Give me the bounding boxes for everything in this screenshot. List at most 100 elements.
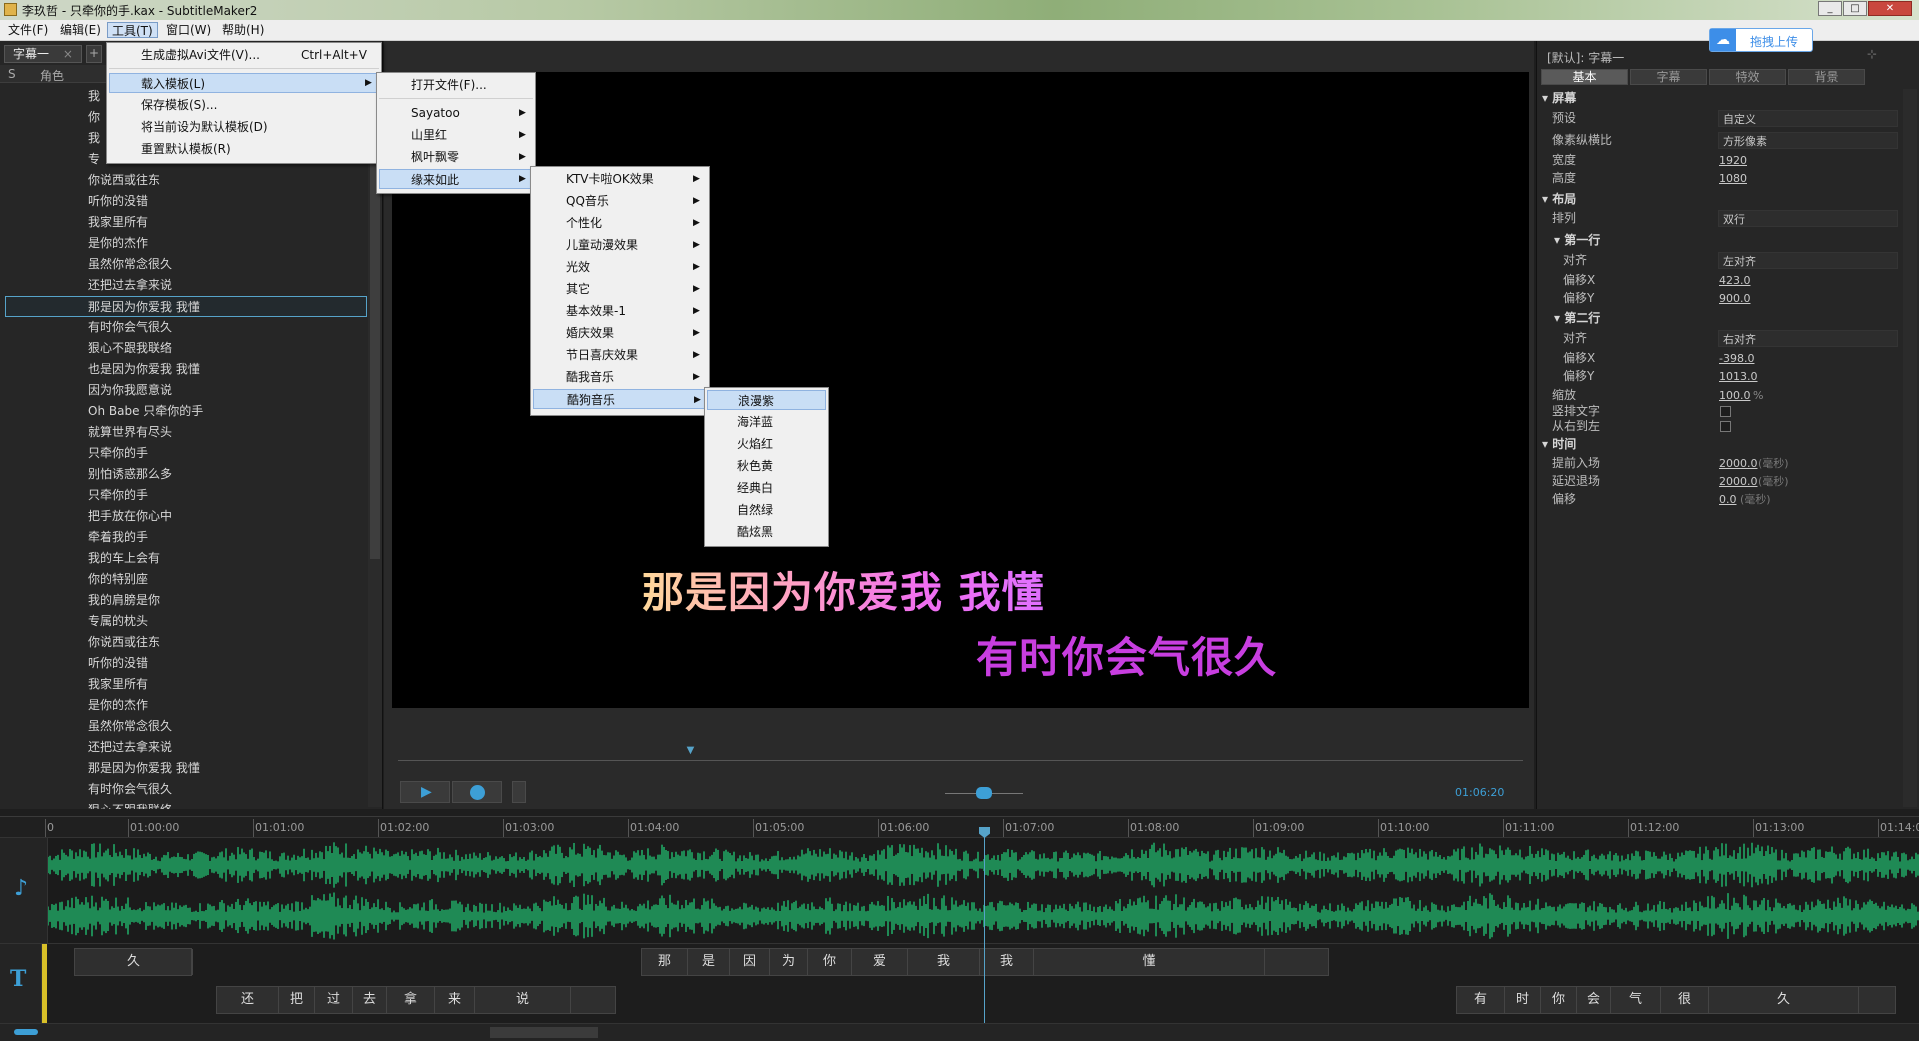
subtitle-list-item[interactable]: 我 — [88, 86, 100, 107]
zoom-slider[interactable] — [14, 1029, 38, 1035]
width-field[interactable]: 1920 — [1719, 152, 1747, 169]
subtitle-char-cell[interactable]: 说 — [475, 987, 571, 1013]
subtitle-char-cell[interactable]: 是 — [688, 949, 730, 975]
menu-item-template-category[interactable]: 酷我音乐 ▶ — [533, 367, 707, 387]
menu-item-template-category[interactable]: 酷狗音乐 ▶ — [533, 389, 707, 409]
line1-align-select[interactable]: 左对齐 — [1718, 252, 1898, 269]
section-layout[interactable]: ▾ 布局 — [1542, 190, 1576, 207]
subtitle-char-cell[interactable]: 去 — [353, 987, 387, 1013]
subtitle-list-item[interactable]: 我的肩膀是你 — [88, 590, 160, 611]
timeline-ruler[interactable]: 0 01:00:00 01:01:00 01:02:00 01:03:00 01:04:0… — [0, 816, 1919, 838]
menu-item-template-category[interactable]: 儿童动漫效果 ▶ — [533, 235, 707, 255]
subtitle-list-item[interactable]: 我家里所有 — [88, 674, 148, 695]
subtitle-block[interactable]: 还把过去拿来说 — [216, 986, 616, 1014]
subtitle-list-item[interactable]: 只牵你的手 — [88, 485, 148, 506]
menu-item-template-category[interactable]: KTV卡啦OK效果 ▶ — [533, 169, 707, 189]
section-line1[interactable]: ▾ 第一行 — [1554, 231, 1600, 248]
menu-item-open-file[interactable]: 打开文件(F)... — [379, 75, 533, 95]
menu-item-template-style[interactable]: 酷炫黑 — [707, 522, 826, 542]
subtitle-list-item[interactable]: 你说西或往东 — [88, 170, 160, 191]
subtitle-list-item[interactable]: 就算世界有尽头 — [88, 422, 172, 443]
subtitle-block[interactable]: 那是因为你爱我我懂 — [641, 948, 1329, 976]
subtitle-char-cell[interactable]: 你 — [1541, 987, 1577, 1013]
delay-field[interactable]: 2000.0 — [1719, 473, 1758, 490]
volume-slider[interactable] — [976, 787, 992, 799]
menu-item-template-style[interactable]: 经典白 — [707, 478, 826, 498]
subtitle-char-cell[interactable]: 久 — [75, 949, 193, 975]
menu-item-template-category[interactable]: 个性化 ▶ — [533, 213, 707, 233]
subtitle-char-cell[interactable]: 我 — [980, 949, 1034, 975]
subtitle-list-item[interactable]: 牵着我的手 — [88, 527, 148, 548]
menu-item-template-category[interactable]: 婚庆效果 ▶ — [533, 323, 707, 343]
menu-window[interactable]: 窗口(W) — [162, 22, 215, 38]
line2-offset-x-field[interactable]: -398.0 — [1719, 350, 1754, 367]
tab-subtitle[interactable]: 字幕 — [1630, 69, 1707, 85]
subtitle-char-cell[interactable]: 懂 — [1034, 949, 1265, 975]
tab-effects[interactable]: 特效 — [1709, 69, 1786, 85]
subtitle-list-item[interactable]: 因为你我愿意说 — [88, 380, 172, 401]
subtitle-list-item[interactable]: 你 — [88, 107, 100, 128]
menu-item-template-category[interactable]: 基本效果-1 ▶ — [533, 301, 707, 321]
line1-offset-y-field[interactable]: 900.0 — [1719, 290, 1751, 307]
menu-item-template-style[interactable]: 海洋蓝 — [707, 412, 826, 432]
subtitle-char-cell[interactable]: 我 — [908, 949, 980, 975]
subtitle-list-item[interactable]: 我的车上会有 — [88, 548, 160, 569]
subtitle-char-cell[interactable]: 久 — [1709, 987, 1859, 1013]
menu-item-fengye[interactable]: 枫叶飘零 ▶ — [379, 147, 533, 167]
subtitle-list-item[interactable]: 你的特别座 — [88, 569, 148, 590]
subtitle-list-item[interactable]: 听你的没错 — [88, 653, 148, 674]
rtl-checkbox[interactable] — [1720, 421, 1731, 432]
subtitle-char-cell[interactable]: 还 — [217, 987, 279, 1013]
subtitle-char-cell[interactable]: 那 — [642, 949, 688, 975]
subtitle-list-item[interactable]: 专 — [88, 149, 100, 170]
subtitle-char-cell[interactable]: 因 — [730, 949, 770, 975]
subtitle-block[interactable]: 有时你会气很久 — [1456, 986, 1896, 1014]
subtitle-list-item[interactable]: 只牵你的手 — [88, 443, 148, 464]
line2-offset-y-field[interactable]: 1013.0 — [1719, 368, 1758, 385]
pixel-ratio-select[interactable]: 方形像素 — [1718, 132, 1898, 149]
subtitle-block[interactable]: 久 — [74, 948, 193, 976]
arrange-select[interactable]: 双行 — [1718, 210, 1898, 227]
subtitle-list-item[interactable]: 狠心不跟我联络 — [88, 800, 172, 809]
menu-item-generate-avi[interactable]: 生成虚拟Avi文件(V)... Ctrl+Alt+V — [109, 45, 379, 65]
subtitle-list-item[interactable]: 虽然你常念很久 — [88, 716, 172, 737]
menu-item-template-style[interactable]: 秋色黄 — [707, 456, 826, 476]
subtitle-list-item[interactable]: 也是因为你爱我 我懂 — [88, 359, 200, 380]
advance-field[interactable]: 2000.0 — [1719, 455, 1758, 472]
menu-item-template-style[interactable]: 自然绿 — [707, 500, 826, 520]
subtitle-char-cell[interactable]: 过 — [315, 987, 353, 1013]
tab-subtitle-one[interactable]: 字幕一 × — [4, 45, 82, 63]
subtitle-char-cell[interactable]: 拿 — [387, 987, 435, 1013]
subtitle-char-cell[interactable]: 你 — [808, 949, 852, 975]
menu-edit[interactable]: 编辑(E) — [56, 22, 105, 38]
menu-item-template-category[interactable]: 节日喜庆效果 ▶ — [533, 345, 707, 365]
seek-handle-icon[interactable]: ▼ — [685, 746, 697, 756]
menu-item-set-default[interactable]: 将当前设为默认模板(D) — [109, 117, 379, 137]
subtitle-char-cell[interactable]: 来 — [435, 987, 475, 1013]
subtitle-char-cell[interactable]: 气 — [1611, 987, 1661, 1013]
menu-item-template-category[interactable]: 其它 ▶ — [533, 279, 707, 299]
preset-select[interactable]: 自定义 — [1718, 110, 1898, 127]
stop-button[interactable] — [452, 781, 502, 803]
subtitle-list-item[interactable]: 是你的杰作 — [88, 233, 148, 254]
subtitle-list-item[interactable]: 你说西或往东 — [88, 632, 160, 653]
extra-button[interactable] — [512, 781, 526, 803]
add-tab-icon[interactable]: + — [86, 45, 102, 63]
offset-field[interactable]: 0.0 — [1719, 491, 1737, 508]
subtitle-char-cell[interactable]: 时 — [1505, 987, 1541, 1013]
tab-close-icon[interactable]: × — [63, 47, 73, 61]
tab-basic[interactable]: 基本 — [1541, 69, 1628, 85]
subtitle-list-item[interactable]: 还把过去拿来说 — [88, 275, 172, 296]
upload-button[interactable]: ☁ 拖拽上传 — [1709, 28, 1813, 52]
subtitle-list-item[interactable]: 专属的枕头 — [88, 611, 148, 632]
play-button[interactable]: ▶ — [400, 781, 450, 803]
subtitle-list-item[interactable]: 那是因为你爱我 我懂 — [5, 296, 367, 317]
menu-item-sayatoo[interactable]: Sayatoo ▶ — [379, 103, 533, 123]
timeline-scrollbar[interactable] — [0, 1023, 1919, 1041]
subtitle-list-item[interactable]: 还把过去拿来说 — [88, 737, 172, 758]
close-button[interactable]: ✕ — [1868, 1, 1912, 16]
subtitle-list-item[interactable]: 狠心不跟我联络 — [88, 338, 172, 359]
section-screen[interactable]: ▾ 屏幕 — [1542, 89, 1576, 106]
timeline-scroll-thumb[interactable] — [490, 1027, 598, 1038]
subtitle-char-cell[interactable]: 爱 — [852, 949, 908, 975]
